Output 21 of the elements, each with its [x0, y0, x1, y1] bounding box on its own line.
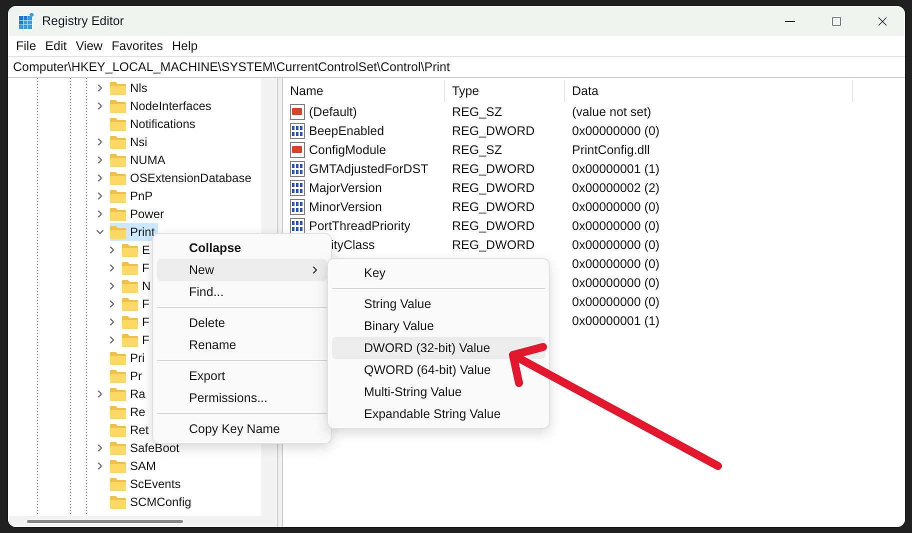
value-type: REG_SZ [452, 142, 502, 156]
value-type: REG_DWORD [452, 200, 535, 214]
value-data: 0x00000000 (0) [572, 238, 660, 252]
value-type: REG_DWORD [452, 218, 535, 232]
value-data: 0x00000000 (0) [572, 124, 660, 138]
value-data: 0x00000001 (1) [572, 162, 660, 176]
value-data: 0x00000000 (0) [572, 294, 660, 308]
value-data: PrintConfig.dll [572, 142, 650, 156]
value-data: (value not set) [572, 104, 652, 118]
value-data: 0x00000002 (2) [572, 180, 660, 194]
value-type: REG_DWORD [452, 162, 535, 176]
value-data: 0x00000000 (0) [572, 256, 660, 270]
value-data: 0x00000000 (0) [572, 276, 660, 290]
value-data: 0x00000000 (0) [572, 218, 660, 232]
window-title: Registry Editor [42, 14, 125, 28]
value-data: 0x00000000 (0) [572, 200, 660, 214]
value-type: REG_DWORD [452, 180, 535, 194]
value-type: REG_SZ [452, 104, 502, 118]
value-type: REG_DWORD [452, 238, 535, 252]
value-type: REG_DWORD [452, 124, 535, 138]
value-data: 0x00000001 (1) [572, 314, 660, 328]
